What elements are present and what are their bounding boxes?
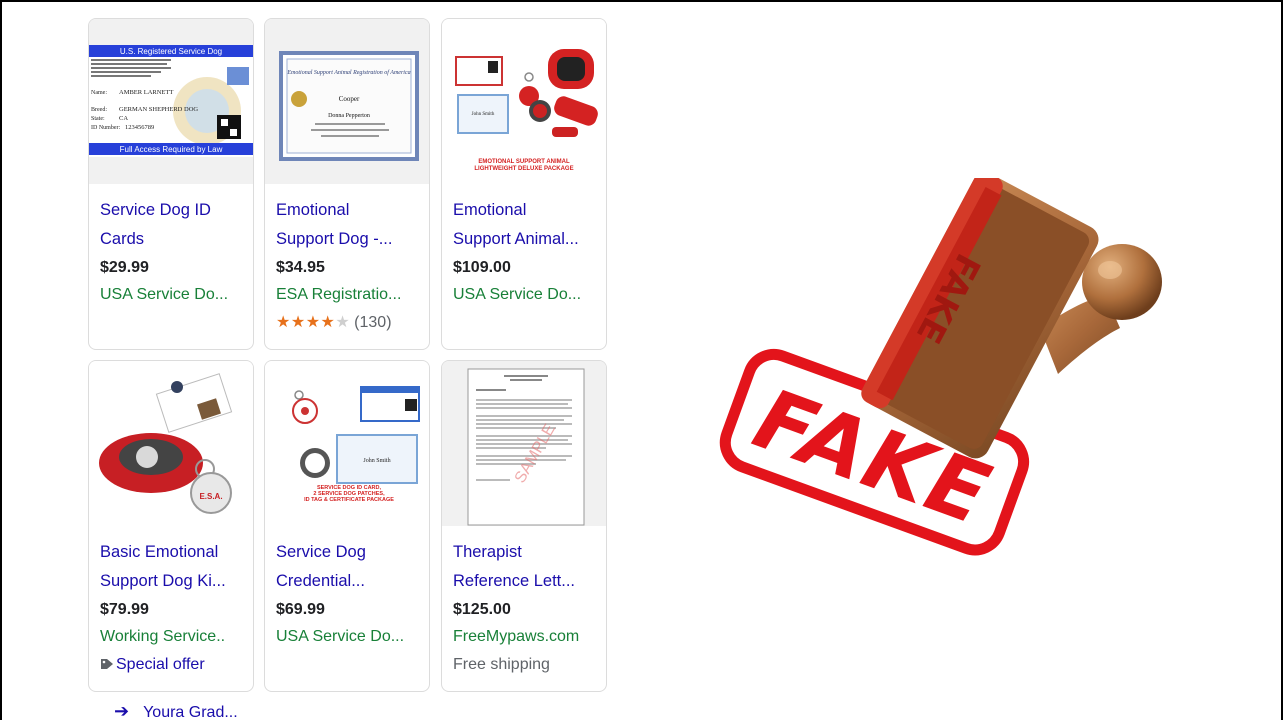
review-count: (130): [354, 314, 392, 331]
fake-rubber-stamp-illustration: FAKE FAKE: [719, 178, 1162, 556]
cert-name: John Smith: [363, 458, 390, 464]
product-merchant: Working Service..: [100, 628, 226, 645]
product-price: $109.00: [453, 259, 511, 276]
product-title[interactable]: Service Dog ID Cards: [100, 196, 250, 254]
product-merchant: FreeMypaws.com: [453, 628, 580, 645]
caption-line-2: LIGHTWEIGHT DELUXE PACKAGE: [474, 166, 573, 172]
star-empty-icon: ★: [335, 314, 350, 331]
cert-dog-name: Cooper: [339, 95, 360, 103]
product-title[interactable]: Emotional Support Animal...: [453, 196, 603, 254]
tag-label: E.S.A.: [199, 492, 222, 501]
screenshot-frame: U.S. Registered Service Dog Name: AMBER …: [0, 0, 1283, 720]
product-title[interactable]: Therapist Reference Lett...: [453, 538, 603, 596]
svg-text:State:: State:: [91, 116, 105, 122]
caption-line-1: EMOTIONAL SUPPORT ANIMAL: [478, 159, 570, 165]
more-results-link[interactable]: ➔ Youra Grad...: [114, 701, 238, 720]
product-card-service-dog-credential[interactable]: John Smith SERVICE DOG ID CARD, 2 SERVIC…: [264, 360, 430, 692]
product-card-emotional-support-dog[interactable]: Emotional Support Animal Registration of…: [264, 18, 430, 350]
product-title[interactable]: Service Dog Credential...: [276, 538, 426, 596]
card-state: CA: [119, 115, 128, 122]
product-merchant: USA Service Do...: [453, 286, 582, 303]
free-shipping-label: Free shipping: [453, 656, 550, 673]
card-header-text: U.S. Registered Service Dog: [120, 47, 222, 56]
card-footer-text: Full Access Required by Law: [120, 145, 223, 154]
tag-icon: [101, 659, 113, 669]
card-name: AMBER LARNETT: [119, 89, 173, 96]
product-card-emotional-support-animal[interactable]: John Smith EMOTIONAL SUPPORT ANIMAL LIGH…: [441, 18, 607, 350]
product-price: $29.99: [100, 259, 149, 276]
product-card-basic-emotional-support-kit[interactable]: E.S.A. Basic Emotional Support Dog Ki...…: [88, 360, 254, 692]
svg-text:Breed:: Breed:: [91, 107, 107, 113]
product-title[interactable]: Emotional Support Dog -...: [276, 196, 426, 254]
svg-text:ID Number:: ID Number:: [91, 125, 120, 131]
product-image[interactable]: U.S. Registered Service Dog Name: AMBER …: [89, 19, 253, 184]
svg-text:Name:: Name:: [91, 90, 107, 96]
product-image[interactable]: E.S.A.: [89, 361, 253, 526]
star-rating-icon: ★★★★: [276, 314, 336, 331]
product-price: $34.95: [276, 259, 325, 276]
product-card-therapist-reference-letter[interactable]: SAMPLE Therapist Reference Lett... $125.…: [441, 360, 607, 692]
product-image[interactable]: Emotional Support Animal Registration of…: [265, 19, 429, 184]
caption-line-3: ID TAG & CERTIFICATE PACKAGE: [304, 497, 394, 503]
product-image[interactable]: SAMPLE: [442, 361, 606, 526]
product-card-service-dog-id[interactable]: U.S. Registered Service Dog Name: AMBER …: [88, 18, 254, 350]
product-merchant: USA Service Do...: [276, 628, 405, 645]
cert-owner: Donna Pepperton: [328, 113, 370, 119]
product-rating: ★★★★★ (130): [276, 309, 429, 337]
cert-name: John Smith: [472, 112, 495, 117]
cert-heading: Emotional Support Animal Registration of…: [286, 69, 410, 76]
card-id: 123456789: [125, 124, 154, 131]
arrow-right-icon: ➔: [114, 701, 130, 720]
product-image[interactable]: John Smith EMOTIONAL SUPPORT ANIMAL LIGH…: [442, 19, 606, 184]
product-price: $125.00: [453, 601, 511, 618]
product-price: $69.99: [276, 601, 325, 618]
special-offer-link[interactable]: Special offer: [100, 651, 253, 679]
product-title[interactable]: Basic Emotional Support Dog Ki...: [100, 538, 250, 596]
product-merchant: ESA Registratio...: [276, 286, 402, 303]
product-price: $79.99: [100, 601, 149, 618]
card-breed: GERMAN SHEPHERD DOG: [119, 106, 198, 113]
product-merchant: USA Service Do...: [100, 286, 229, 303]
special-offer-label: Special offer: [116, 656, 205, 673]
product-image[interactable]: John Smith SERVICE DOG ID CARD, 2 SERVIC…: [265, 361, 429, 526]
